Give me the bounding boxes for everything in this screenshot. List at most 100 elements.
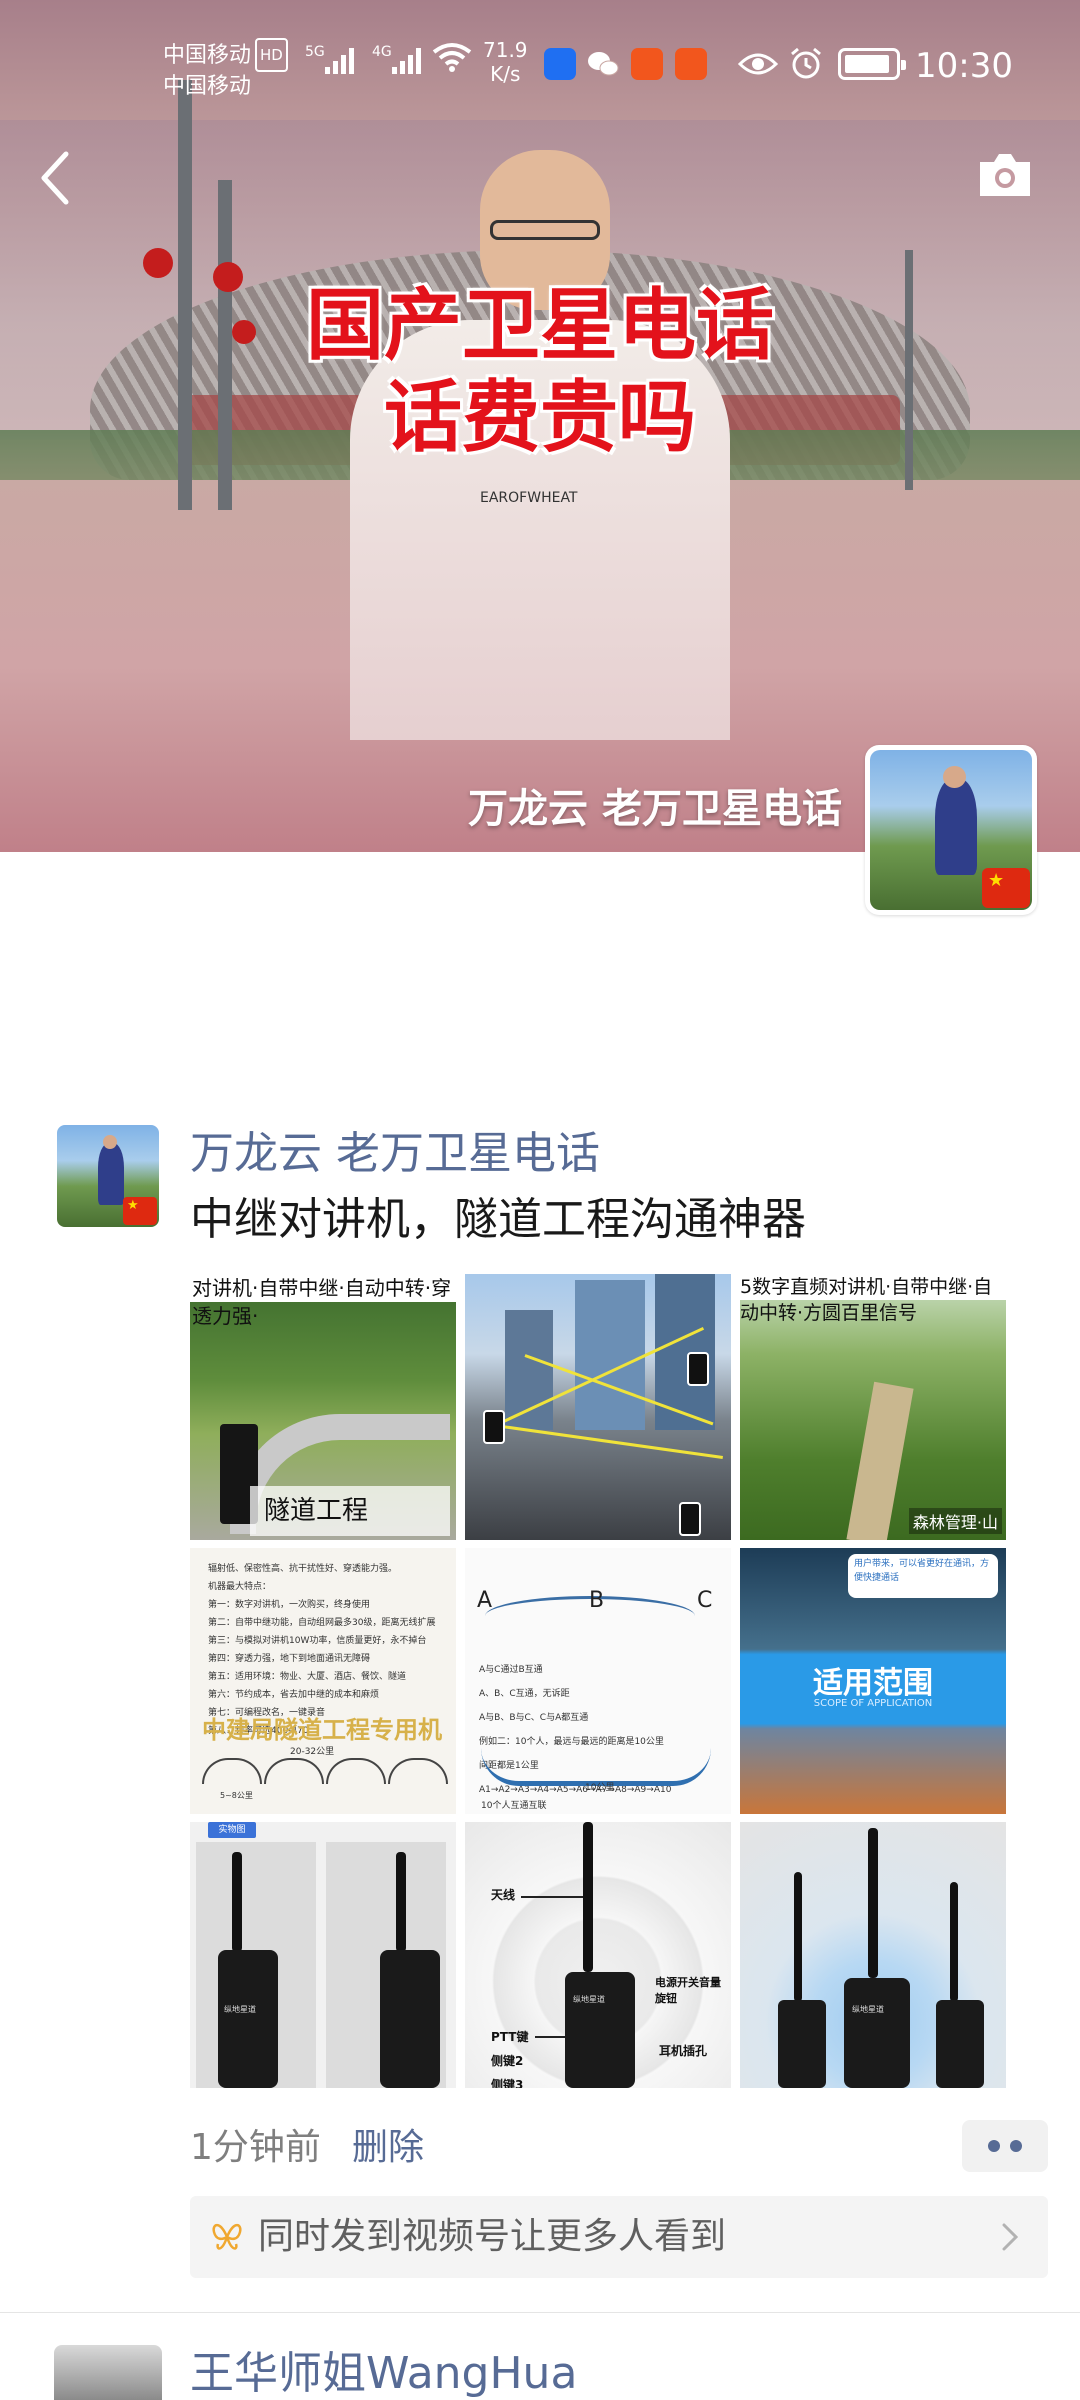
wifi-icon [432,43,472,72]
post-image-9[interactable]: 纵地星道 [740,1822,1006,2088]
chevron-right-icon [1002,2223,1019,2251]
note-line: A、B、C互通，无诉距 [479,1689,570,1699]
part-label: 天线 [491,1888,516,1902]
image-badge: 实物图 [208,1822,256,1838]
signal-2-icon [392,46,421,74]
post-image-5[interactable]: A B C A与C通过B互通 A、B、C互通，无诉距 A与B、B与C、C与A都互… [465,1548,731,1814]
delete-link[interactable]: 删除 [352,2118,424,2178]
radio-icon [483,1410,505,1444]
network-4g-label: 4G [372,44,392,60]
radio-body [936,2000,984,2088]
image-caption: 森林管理·山 [908,1508,1002,1534]
more-dots-icon [988,2140,1000,2152]
part-label: 侧键2 [491,2054,524,2068]
feature-line: 机器最大特点： [208,1582,272,1592]
signal-1-icon [325,46,354,74]
more-button[interactable] [962,2120,1048,2172]
post-image-8[interactable]: 纵地星道 天线 电源开关音量旋钮 PTT键 耳机插孔 侧键2 侧键3 [465,1822,731,2088]
china-flag-icon [123,1197,157,1225]
next-post-author[interactable]: 王华师姐WangHua [190,2344,577,2400]
alarm-icon [791,47,821,79]
wechat-icon [588,52,619,76]
part-label: 耳机插孔 [659,2044,708,2058]
profile-avatar[interactable] [865,745,1037,915]
lantern-icon [143,248,173,278]
post-image-1[interactable]: 对讲机·自带中继·自动中转·穿透力强· 隧道工程 [190,1274,456,1540]
kuaishou-icon [631,48,663,80]
part-label: 电源开关音量旋钮 [655,1976,721,2005]
lantern-icon [213,262,243,292]
banner-line-1: 国产卫星电话 [305,281,774,371]
image-top-text: 对讲机·自带中继·自动中转·穿透力强· [190,1274,456,1328]
network-5g-label: 5G [305,44,325,60]
radio-icon [679,1502,701,1536]
antenna [396,1852,406,1952]
carrier-info: 中国移动 HD 中国移动 [163,38,288,102]
antenna [583,1822,593,1972]
china-flag-icon [982,868,1030,908]
radio-body: 纵地星道 [218,1950,278,2088]
app-notification-icon [544,48,576,80]
post-image-6[interactable]: 用户带来，可以省更好在通讯，方便快捷通话 适用范围 SCOPE OF APPLI… [740,1548,1006,1814]
feature-line: 辐射低、保密性高、抗干扰性好、穿透能力强。 [208,1564,398,1574]
feature-line: 第三：与模拟对讲机10W功率，信质量更好，永不掉台 [208,1636,427,1646]
radio-body: 纵地星道 [844,1978,910,2088]
antenna [232,1852,242,1952]
butterfly-icon [212,2223,242,2250]
antenna [868,1828,878,1978]
back-button[interactable] [32,148,76,208]
kuaishou-lite-icon [675,48,707,80]
image-title: 适用范围 [813,1666,933,1701]
note-line: 10公里 [585,1783,615,1793]
speed-value: 71.9 [483,38,528,62]
more-dots-icon [1010,2140,1022,2152]
relay-arc [264,1758,324,1784]
lamp-pole [178,80,192,510]
image-watermark: 中建局隧道工程专用机 [202,1716,442,1744]
note-line: 10个人互通互联 [481,1801,547,1811]
eye-icon [738,53,778,75]
node-c: C [697,1588,713,1613]
post-text: 中继对讲机，隧道工程沟通神器 [190,1194,806,1245]
relay-arc [326,1758,386,1784]
feature-line: 第一：数字对讲机，一次购买，终身使用 [208,1600,371,1610]
post-avatar[interactable] [57,1125,159,1227]
post-image-4[interactable]: 辐射低、保密性高、抗干扰性好、穿透能力强。 机器最大特点： 第一：数字对讲机，一… [190,1548,456,1814]
radio-body: 纵地星道 [565,1972,635,2088]
feature-line: 第五：适用环境：物业、大厦、酒店、餐饮、隧道 [208,1672,407,1682]
lamp-pole [905,250,913,490]
camera-button[interactable] [976,150,1034,200]
image-subtitle: SCOPE OF APPLICATION [813,1698,933,1709]
radio-brand: 纵地星道 [573,1995,605,2004]
antenna [950,1882,958,2002]
segment-label: 5~8公里 [220,1791,253,1800]
leader-line [535,2036,565,2038]
share-text: 同时发到视频号让更多人看到 [258,2216,727,2257]
note-line: A与C通过B互通 [479,1665,543,1675]
part-label: PTT键 [491,2030,529,2044]
radio-body [380,1950,440,2088]
carrier-2: 中国移动 [163,74,252,99]
post-image-2[interactable] [465,1274,731,1540]
image-bubble: 用户带来，可以省更好在通讯，方便快捷通话 [848,1554,998,1598]
note-line: A与B、B与C、C与A都互通 [479,1713,589,1723]
image-top-text: 5数字直频对讲机·自带中继·自动中转·方圆百里信号 [740,1274,1006,1324]
antenna [794,1872,802,2002]
post-author[interactable]: 万龙云 老万卫星电话 [190,1124,600,1184]
shirt-text: EAROFWHEAT [480,490,578,506]
cover-owner-name: 万龙云 老万卫星电话 [468,786,842,832]
feature-line: 第二：自带中继功能，自动组网最多30级，距离无线扩展 [208,1618,436,1628]
next-post-avatar[interactable] [54,2345,162,2400]
glasses-icon [490,220,600,240]
clock: 10:30 [915,46,1013,86]
node-b: B [589,1588,605,1613]
lantern-icon [232,320,256,344]
distance-label: 20-32公里 [290,1747,335,1757]
post-image-7[interactable]: 实物图 纵地星道 [190,1822,456,2088]
feed-divider [0,2312,1080,2313]
post-time: 1分钟前 [190,2127,321,2168]
post-image-3[interactable]: 5数字直频对讲机·自带中继·自动中转·方圆百里信号 森林管理·山 [740,1274,1006,1540]
share-to-channels-bar[interactable]: 同时发到视频号让更多人看到 [190,2196,1048,2278]
radio-brand: 纵地星道 [224,2005,256,2014]
cover-image[interactable]: EAROFWHEAT 国产卫星电话 话费贵吗 万龙云 老万卫星电话 [0,0,1080,852]
